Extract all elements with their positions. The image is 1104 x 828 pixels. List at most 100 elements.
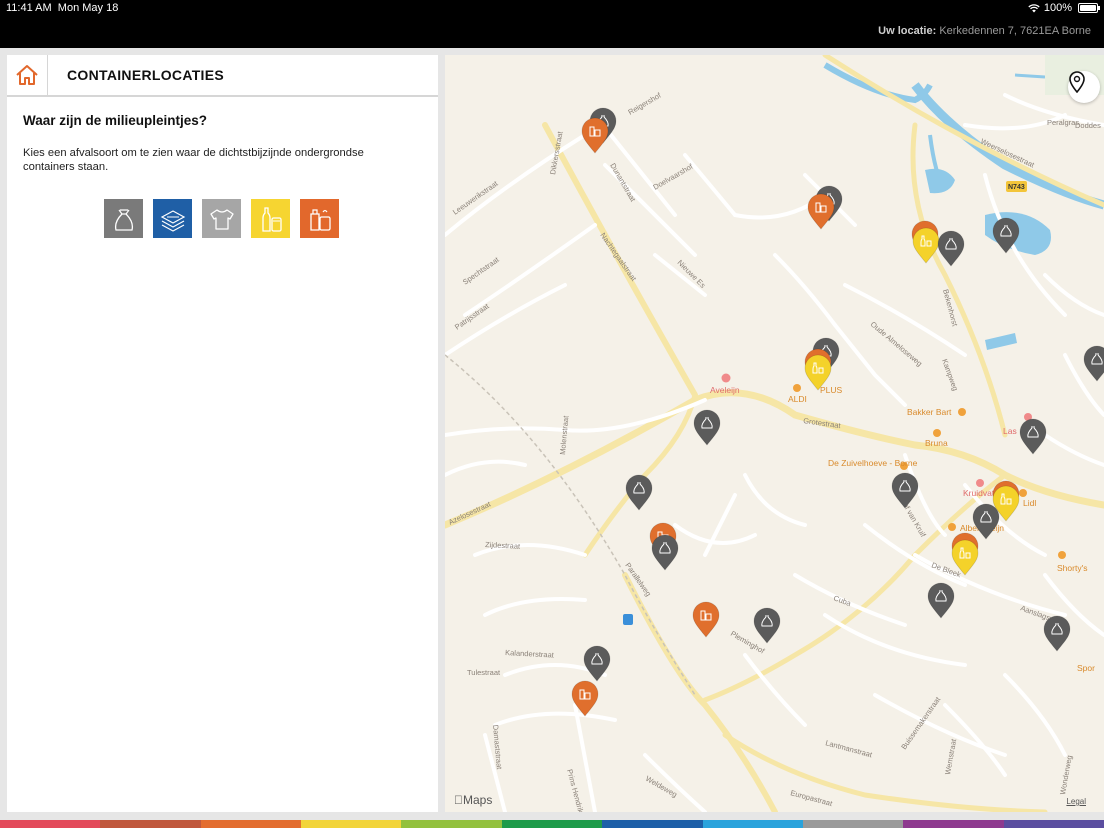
container-marker-pmd[interactable] <box>807 193 835 230</box>
color-bar-segment <box>100 820 201 828</box>
street-label: Reigershof <box>627 90 664 116</box>
street-label: Doelvaarshof <box>652 161 696 191</box>
color-bar-segment <box>1003 820 1104 828</box>
battery-icon <box>1078 3 1100 13</box>
glass-bottle-icon <box>261 206 282 232</box>
status-right: 100% <box>1028 2 1100 14</box>
locate-me-button[interactable] <box>1068 71 1100 103</box>
legal-link[interactable]: Legal <box>1066 797 1086 806</box>
poi-label: Lidl <box>1023 498 1036 508</box>
container-marker-restafval[interactable] <box>625 474 653 511</box>
bus-stop-icon <box>623 614 633 625</box>
street-label: Wonderweg <box>1058 754 1074 795</box>
street-label: Doddes <box>1075 121 1101 130</box>
water-features <box>823 62 1104 350</box>
poi-label: Aveleijn <box>710 385 740 395</box>
road-shield-n743: N743 <box>1006 181 1027 192</box>
home-button[interactable] <box>7 55 48 95</box>
waste-type-textiel[interactable] <box>202 199 241 238</box>
container-marker-restafval[interactable] <box>1043 615 1071 652</box>
container-marker-restafval[interactable] <box>1019 418 1047 455</box>
color-bar-segment <box>903 820 1004 828</box>
battery-percent: 100% <box>1043 2 1072 14</box>
location-pin-icon <box>1069 71 1085 93</box>
street-label: Spechtstraat <box>461 255 501 287</box>
street-label: Europastraat <box>789 788 834 808</box>
container-marker-restafval[interactable] <box>693 409 721 446</box>
color-bar-segment <box>301 820 402 828</box>
container-marker-pmd[interactable] <box>692 601 720 638</box>
color-bar-segment <box>401 820 502 828</box>
instruction-text: Kies een afvalsoort om te zien waar de d… <box>23 147 364 173</box>
poi-layer: Aveleijn PLUS ALDI Bakker Bart Bruna De … <box>623 373 1095 673</box>
poi-label: PLUS <box>820 385 843 395</box>
color-bar-segment <box>602 820 703 828</box>
poi-marker <box>933 429 941 437</box>
street-label: Oude Almeloseweg <box>869 320 924 368</box>
poi-marker <box>1058 551 1066 559</box>
svg-text:N743: N743 <box>1008 184 1025 191</box>
waste-bag-icon <box>114 208 133 231</box>
status-time: 11:41 AM Mon May 18 <box>6 2 119 14</box>
container-marker-restafval[interactable] <box>753 607 781 644</box>
street-label: Weldeweg <box>644 774 679 799</box>
paper-icon <box>160 209 185 232</box>
street-label: Nachtegaalstraat <box>598 231 638 283</box>
street-label: Molenstraat <box>558 414 570 455</box>
poi-label: Kruidvat <box>963 488 995 498</box>
container-marker-restafval[interactable] <box>1083 345 1104 382</box>
poi-label: Spor <box>1077 663 1095 673</box>
street-label: Dunantstraat <box>608 162 638 204</box>
brand-color-bar <box>0 820 1104 828</box>
status-date: Mon May 18 <box>57 2 119 14</box>
street-labels: Dikkersstraat Reigershof Dunantstraat Do… <box>447 90 1101 812</box>
container-marker-restafval[interactable] <box>891 472 919 509</box>
poi-marker <box>721 373 731 383</box>
status-bar: 11:41 AM Mon May 18 100% Uw locatie: Ker… <box>0 0 1104 48</box>
street-label: Grotestraat <box>803 416 842 430</box>
container-marker-pmd[interactable] <box>581 117 609 154</box>
street-label: Wemstraat <box>943 737 958 775</box>
street-label: Azelosestraat <box>447 499 493 527</box>
waste-type-pmd[interactable] <box>300 199 339 238</box>
location-address: Kerkedennen 7, 7621EA Borne <box>939 25 1091 37</box>
waste-type-glas[interactable] <box>251 199 290 238</box>
street-label: Kampweg <box>940 358 960 392</box>
street-label: Prins Hendrik <box>565 768 585 812</box>
poi-label: Bakker Bart <box>907 407 952 417</box>
color-bar-segment <box>200 820 302 828</box>
apple-icon:  <box>454 793 463 807</box>
apple-maps-logo: Maps <box>454 793 492 807</box>
poi-label: Bruna <box>925 438 948 448</box>
maps-attribution: Maps <box>454 793 492 807</box>
street-label: Cuba <box>832 593 853 608</box>
poi-marker <box>948 523 956 531</box>
user-location: Uw locatie: Kerkedennen 7, 7621EA Borne <box>878 25 1091 37</box>
street-label: Lantmanstraat <box>824 738 874 759</box>
textile-shirt-icon <box>209 208 234 230</box>
page-title: CONTAINERLOCATIES <box>67 67 225 83</box>
minor-roads <box>445 93 1104 812</box>
poi-label: Shorty's <box>1057 563 1087 573</box>
container-marker-restafval[interactable] <box>972 503 1000 540</box>
street-label: Kalanderstraat <box>505 648 555 660</box>
color-bar-segment <box>802 820 904 828</box>
map-view[interactable]: Dikkersstraat Reigershof Dunantstraat Do… <box>445 55 1104 812</box>
panel-header: CONTAINERLOCATIES <box>7 55 438 97</box>
poi-label: ALDI <box>788 394 807 404</box>
street-label: Zijdestraat <box>485 540 521 551</box>
container-marker-restafval[interactable] <box>927 582 955 619</box>
poi-label: Las <box>1003 426 1017 436</box>
poi-marker <box>976 479 984 487</box>
location-label: Uw locatie: <box>878 25 937 37</box>
poi-marker <box>793 384 801 392</box>
map-canvas[interactable]: Dikkersstraat Reigershof Dunantstraat Do… <box>445 55 1104 812</box>
color-bar-segment <box>501 820 603 828</box>
street-label: Buissemakerstraat <box>899 694 943 751</box>
home-icon <box>16 65 38 85</box>
container-marker-restafval[interactable] <box>651 534 679 571</box>
container-marker-restafval[interactable] <box>937 230 965 267</box>
poi-marker <box>958 408 966 416</box>
waste-type-restafval[interactable] <box>104 199 143 238</box>
waste-type-papier[interactable] <box>153 199 192 238</box>
